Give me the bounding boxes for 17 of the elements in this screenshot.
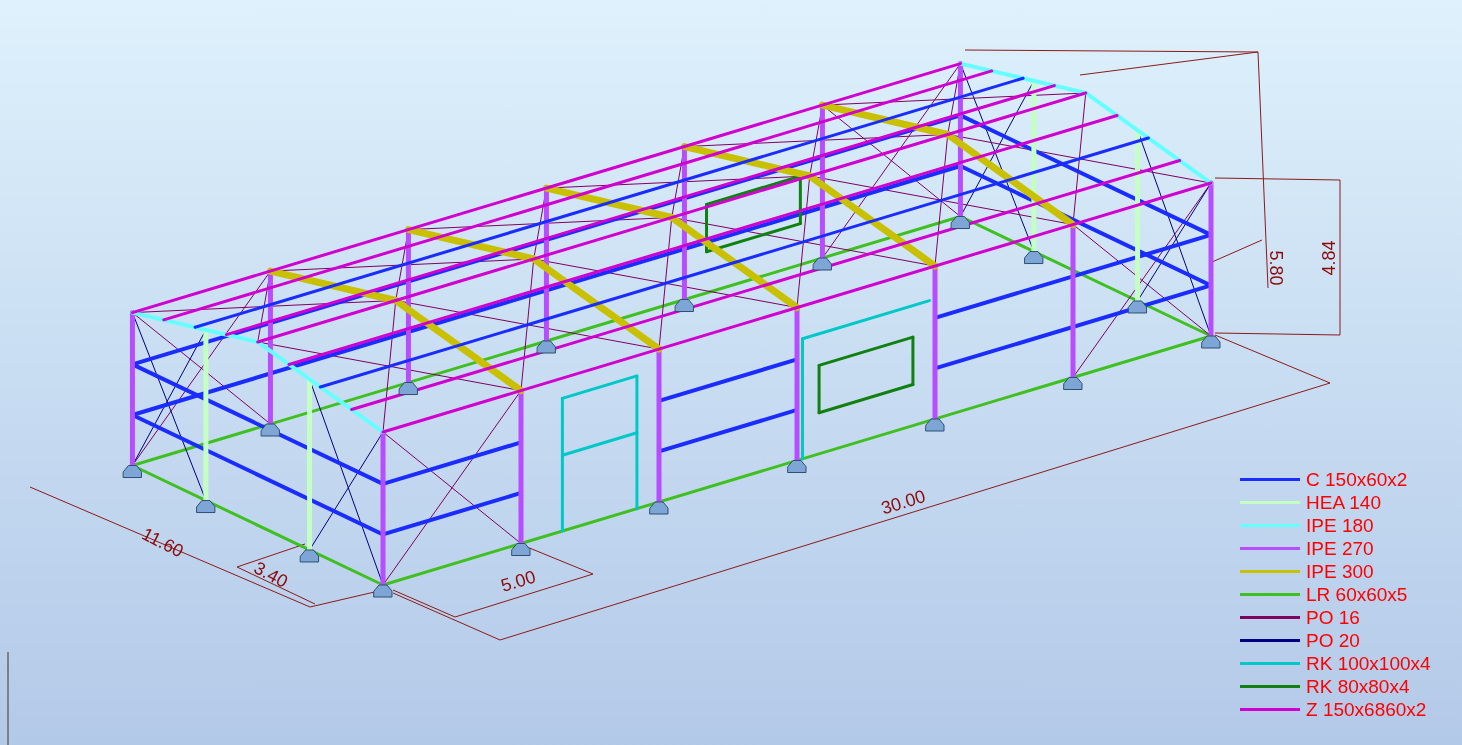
dimension-label: 4.84 bbox=[1319, 240, 1339, 276]
dimension-label: 30.00 bbox=[878, 486, 928, 519]
legend-label: IPE 270 bbox=[1306, 537, 1374, 560]
legend-label: PO 20 bbox=[1306, 629, 1360, 652]
legend-label: RK 100x100x4 bbox=[1306, 652, 1431, 675]
legend-label: C 150x60x2 bbox=[1306, 468, 1408, 491]
dimension-label: 11.60 bbox=[138, 523, 187, 562]
legend-label: IPE 300 bbox=[1306, 560, 1374, 583]
legend-label: HEA 140 bbox=[1306, 491, 1381, 514]
legend-label: PO 16 bbox=[1306, 606, 1360, 629]
legend-label: RK 80x80x4 bbox=[1306, 675, 1410, 698]
dimension-label: 3.40 bbox=[250, 557, 291, 592]
legend-label: LR 60x60x5 bbox=[1306, 583, 1408, 606]
legend-label: IPE 180 bbox=[1306, 514, 1374, 537]
dimension-label: 5.00 bbox=[498, 566, 538, 596]
dimension-label: 5.80 bbox=[1266, 250, 1286, 286]
legend-label: Z 150x6860x2 bbox=[1306, 698, 1427, 721]
